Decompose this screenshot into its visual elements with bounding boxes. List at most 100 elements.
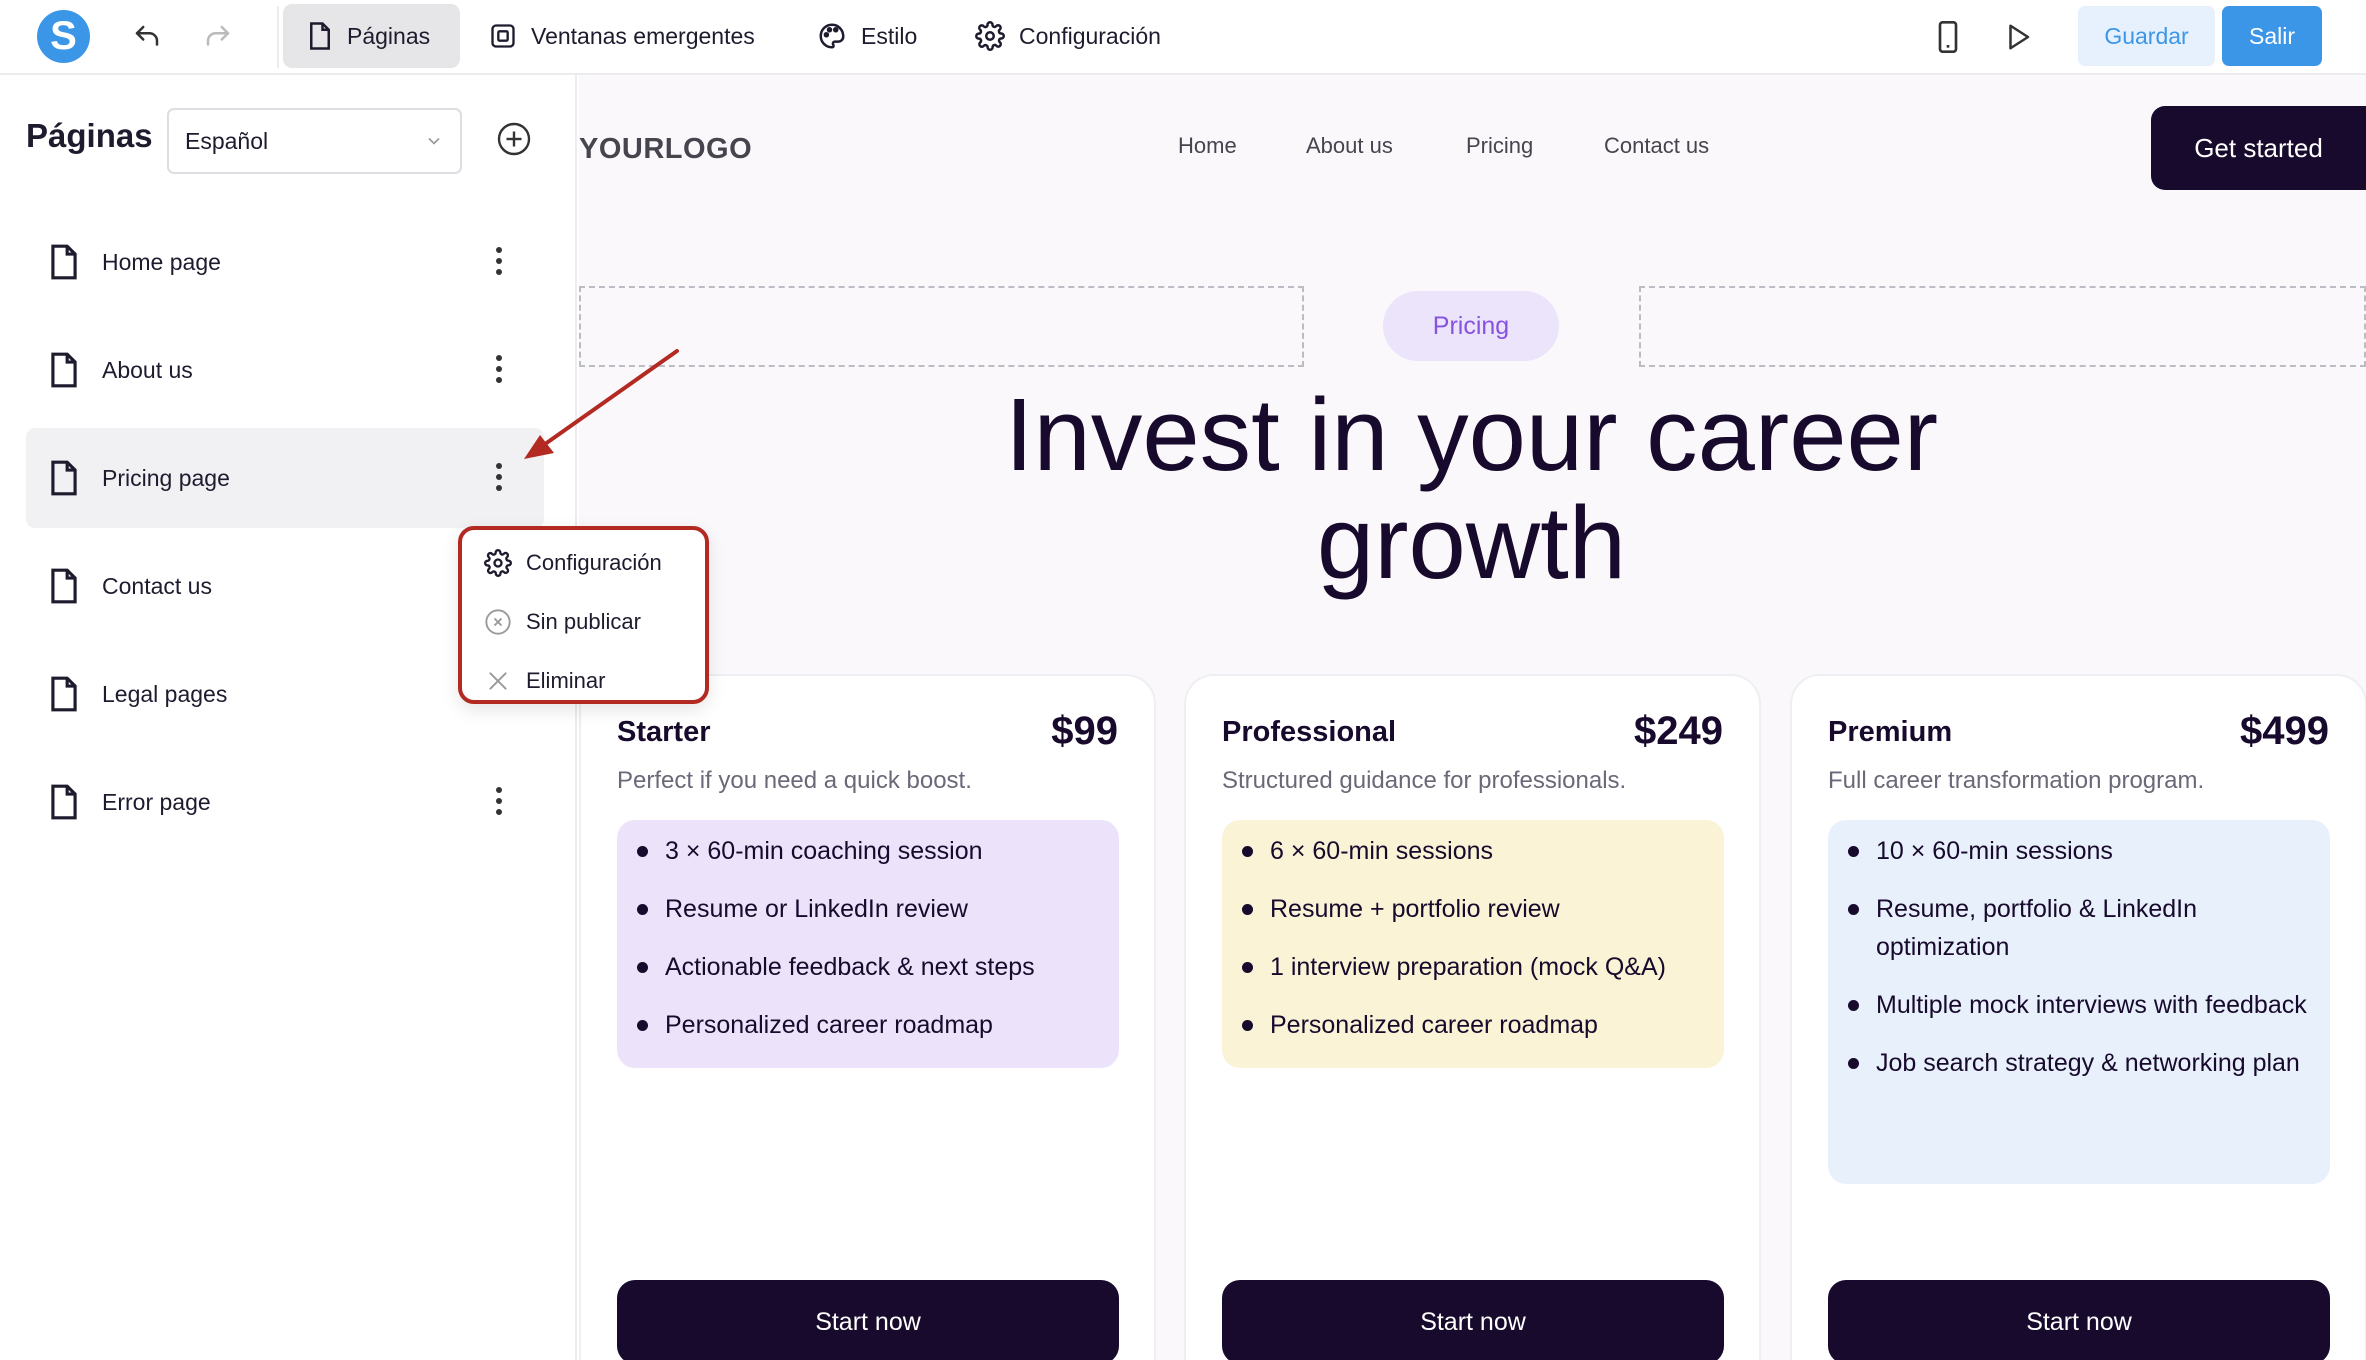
- feature-item: Personalized career roadmap: [1242, 1006, 1704, 1044]
- app-logo[interactable]: S: [37, 10, 90, 63]
- feature-item: 1 interview preparation (mock Q&A): [1242, 948, 1704, 986]
- more-options-icon[interactable]: [494, 461, 504, 493]
- feature-item: 6 × 60-min sessions: [1242, 832, 1704, 870]
- more-options-icon[interactable]: [494, 785, 504, 817]
- menu-item-eliminar[interactable]: Eliminar: [484, 661, 605, 701]
- page-icon: [51, 244, 77, 280]
- drop-zone-right: [1639, 286, 2366, 367]
- tab-label: Páginas: [347, 22, 431, 49]
- feature-item: Job search strategy & networking plan: [1848, 1044, 2310, 1082]
- start-now-button[interactable]: Start now: [1828, 1280, 2330, 1360]
- page-label: Pricing page: [102, 464, 230, 491]
- tab-paginas[interactable]: Páginas: [283, 4, 460, 68]
- page-icon: [51, 784, 77, 820]
- page-icon: [51, 352, 77, 388]
- hero-line-2: growth: [1316, 485, 1627, 600]
- tab-estilo[interactable]: Estilo: [793, 4, 941, 68]
- circle-x-icon: [485, 609, 511, 635]
- tab-label: Estilo: [861, 22, 918, 49]
- language-value: Español: [185, 127, 269, 154]
- play-preview-icon[interactable]: [1995, 14, 2041, 60]
- pages-sidebar: Páginas Español Home page About us Prici…: [0, 75, 577, 1360]
- start-now-button[interactable]: Start now: [1222, 1280, 1724, 1360]
- hero-title: Invest in your career growth: [829, 381, 2114, 597]
- feature-list: 10 × 60-min sessions Resume, portfolio &…: [1828, 820, 2330, 1184]
- feature-list: 6 × 60-min sessions Resume + portfolio r…: [1222, 820, 1724, 1068]
- sidebar-title: Páginas: [26, 117, 153, 154]
- sidebar-item-error-page[interactable]: Error page: [26, 752, 544, 852]
- pricing-card-premium: Premium $499 Full career transformation …: [1790, 674, 2366, 1360]
- menu-item-label: Sin publicar: [526, 609, 641, 634]
- site-preview-canvas: YOURLOGO Home About us Pricing Contact u…: [579, 75, 2366, 1360]
- site-logo[interactable]: YOURLOGO: [579, 133, 752, 166]
- sidebar-item-home-page[interactable]: Home page: [26, 212, 544, 312]
- page-label: Error page: [102, 788, 211, 815]
- site-nav-contact-us[interactable]: Contact us: [1604, 133, 1709, 159]
- pricing-card-professional: Professional $249 Structured guidance fo…: [1184, 674, 1761, 1360]
- menu-item-label: Eliminar: [526, 668, 606, 693]
- more-options-icon[interactable]: [494, 245, 504, 277]
- plan-description: Full career transformation program.: [1828, 767, 2205, 794]
- redo-icon[interactable]: [195, 14, 241, 60]
- tab-configuracion[interactable]: Configuración: [951, 4, 1185, 68]
- hero-line-1: Invest in your career: [1004, 377, 1939, 492]
- gear-icon: [484, 549, 512, 577]
- feature-item: Resume or LinkedIn review: [637, 890, 1099, 928]
- feature-item: Actionable feedback & next steps: [637, 948, 1099, 986]
- site-nav-pricing[interactable]: Pricing: [1466, 133, 1533, 159]
- plan-name: Starter: [617, 716, 711, 748]
- gear-icon: [975, 21, 1005, 51]
- plan-name: Professional: [1222, 716, 1397, 748]
- feature-item: 10 × 60-min sessions: [1848, 832, 2310, 870]
- plan-description: Structured guidance for professionals.: [1222, 767, 1627, 794]
- site-nav-about-us[interactable]: About us: [1306, 133, 1393, 159]
- language-select[interactable]: Español: [167, 108, 462, 174]
- feature-item: Multiple mock interviews with feedback: [1848, 986, 2310, 1024]
- chevron-down-icon: [428, 137, 440, 145]
- palette-icon: [819, 23, 845, 49]
- feature-item: Resume + portfolio review: [1242, 890, 1704, 928]
- plan-name: Premium: [1828, 716, 1953, 748]
- more-options-icon[interactable]: [494, 353, 504, 385]
- exit-button[interactable]: Salir: [2222, 6, 2322, 66]
- plan-description: Perfect if you need a quick boost.: [617, 767, 972, 794]
- plan-price: $99: [1051, 709, 1118, 753]
- tab-label: Configuración: [1019, 22, 1161, 49]
- undo-icon[interactable]: [124, 14, 170, 60]
- page-icon: [310, 22, 330, 50]
- start-now-button[interactable]: Start now: [617, 1280, 1119, 1360]
- page-label: About us: [102, 356, 193, 383]
- page-icon: [51, 568, 77, 604]
- feature-item: Resume, portfolio & LinkedIn optimizatio…: [1848, 890, 2310, 966]
- menu-item-label: Configuración: [526, 550, 662, 575]
- feature-item: Personalized career roadmap: [637, 1006, 1099, 1044]
- top-toolbar: S Páginas Ventanas emergentes Estilo Con…: [0, 0, 2366, 75]
- close-icon: [489, 672, 507, 690]
- tab-label: Ventanas emergentes: [531, 22, 755, 49]
- add-page-icon[interactable]: [496, 121, 532, 157]
- menu-item-configuracion[interactable]: Configuración: [484, 543, 662, 583]
- toolbar-divider: [277, 6, 279, 68]
- tab-ventanas-emergentes[interactable]: Ventanas emergentes: [465, 4, 779, 68]
- get-started-button[interactable]: Get started: [2151, 106, 2366, 190]
- popup-icon: [491, 24, 515, 48]
- sidebar-item-about-us[interactable]: About us: [26, 320, 544, 420]
- save-button[interactable]: Guardar: [2078, 6, 2215, 66]
- page-icon: [51, 460, 77, 496]
- menu-item-sin-publicar[interactable]: Sin publicar: [484, 602, 641, 642]
- section-pill: Pricing: [1383, 291, 1559, 361]
- feature-list: 3 × 60-min coaching session Resume or Li…: [617, 820, 1119, 1068]
- page-icon: [51, 676, 77, 712]
- page-label: Contact us: [102, 572, 212, 599]
- page-label: Legal pages: [102, 680, 228, 707]
- plan-price: $499: [2240, 709, 2329, 753]
- page-label: Home page: [102, 248, 221, 275]
- page-context-menu: Configuración Sin publicar Eliminar: [458, 526, 709, 704]
- feature-item: 3 × 60-min coaching session: [637, 832, 1099, 870]
- mobile-preview-icon[interactable]: [1925, 14, 1971, 60]
- pricing-card-starter: Starter $99 Perfect if you need a quick …: [579, 674, 1156, 1360]
- plan-price: $249: [1634, 709, 1723, 753]
- sidebar-item-pricing-page[interactable]: Pricing page: [26, 428, 544, 528]
- annotation-arrow: [524, 349, 679, 459]
- site-nav-home[interactable]: Home: [1178, 133, 1237, 159]
